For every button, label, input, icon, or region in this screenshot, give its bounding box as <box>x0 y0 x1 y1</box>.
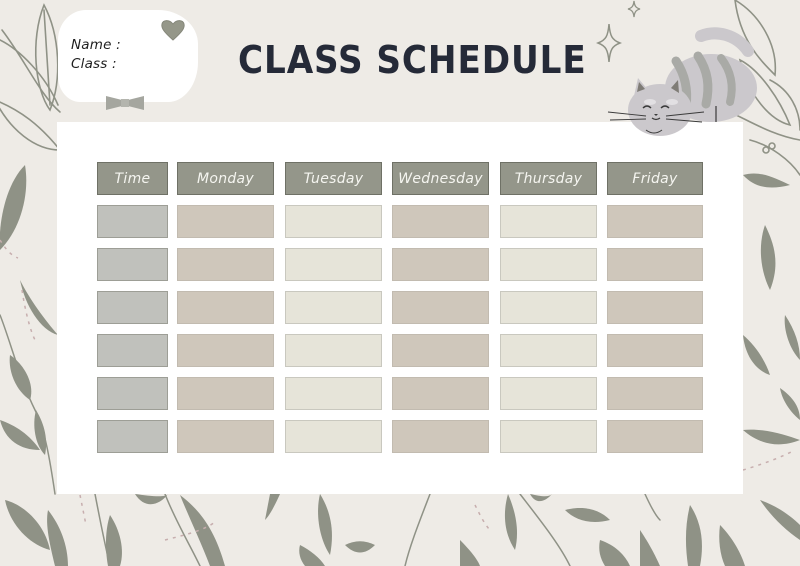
bow-icon <box>106 96 144 110</box>
schedule-cell-wednesday-row-2[interactable] <box>392 248 489 281</box>
schedule-cell-friday-row-3[interactable] <box>607 291 703 324</box>
schedule-cell-thursday-row-6[interactable] <box>500 420 597 453</box>
schedule-cell-friday-row-4[interactable] <box>607 334 703 367</box>
schedule-cell-tuesday-row-6[interactable] <box>285 420 382 453</box>
schedule-cell-thursday-row-1[interactable] <box>500 205 597 238</box>
schedule-cell-wednesday-row-4[interactable] <box>392 334 489 367</box>
schedule-cell-monday-row-1[interactable] <box>177 205 274 238</box>
schedule-cell-thursday-row-3[interactable] <box>500 291 597 324</box>
schedule-cell-friday-row-5[interactable] <box>607 377 703 410</box>
schedule-cell-thursday-row-5[interactable] <box>500 377 597 410</box>
class-label[interactable]: Class : <box>71 56 117 72</box>
schedule-cell-friday-row-2[interactable] <box>607 248 703 281</box>
schedule-cell-tuesday-row-4[interactable] <box>285 334 382 367</box>
schedule-cell-monday-row-3[interactable] <box>177 291 274 324</box>
column-header-friday: Friday <box>607 162 703 195</box>
schedule-cell-tuesday-row-2[interactable] <box>285 248 382 281</box>
schedule-cell-friday-row-1[interactable] <box>607 205 703 238</box>
schedule-cell-time-row-5[interactable] <box>97 377 168 410</box>
schedule-cell-tuesday-row-5[interactable] <box>285 377 382 410</box>
page-title: CLASS SCHEDULE <box>238 38 587 82</box>
schedule-cell-time-row-4[interactable] <box>97 334 168 367</box>
schedule-cell-monday-row-6[interactable] <box>177 420 274 453</box>
name-label[interactable]: Name : <box>71 37 121 53</box>
schedule-cell-time-row-2[interactable] <box>97 248 168 281</box>
schedule-cell-time-row-3[interactable] <box>97 291 168 324</box>
schedule-cell-friday-row-6[interactable] <box>607 420 703 453</box>
schedule-cell-monday-row-2[interactable] <box>177 248 274 281</box>
sparkle-icon <box>627 0 641 18</box>
column-header-time: Time <box>97 162 168 195</box>
schedule-cell-thursday-row-4[interactable] <box>500 334 597 367</box>
schedule-cell-tuesday-row-1[interactable] <box>285 205 382 238</box>
column-header-tuesday: Tuesday <box>285 162 382 195</box>
column-header-wednesday: Wednesday <box>392 162 489 195</box>
heart-icon <box>161 20 185 41</box>
schedule-cell-monday-row-5[interactable] <box>177 377 274 410</box>
schedule-cell-wednesday-row-1[interactable] <box>392 205 489 238</box>
schedule-cell-wednesday-row-5[interactable] <box>392 377 489 410</box>
schedule-cell-wednesday-row-6[interactable] <box>392 420 489 453</box>
schedule-cell-tuesday-row-3[interactable] <box>285 291 382 324</box>
schedule-cell-thursday-row-2[interactable] <box>500 248 597 281</box>
cat-illustration <box>607 27 757 136</box>
column-header-monday: Monday <box>177 162 274 195</box>
schedule-cell-time-row-1[interactable] <box>97 205 168 238</box>
column-header-thursday: Thursday <box>500 162 597 195</box>
schedule-cell-wednesday-row-3[interactable] <box>392 291 489 324</box>
schedule-cell-monday-row-4[interactable] <box>177 334 274 367</box>
schedule-cell-time-row-6[interactable] <box>97 420 168 453</box>
